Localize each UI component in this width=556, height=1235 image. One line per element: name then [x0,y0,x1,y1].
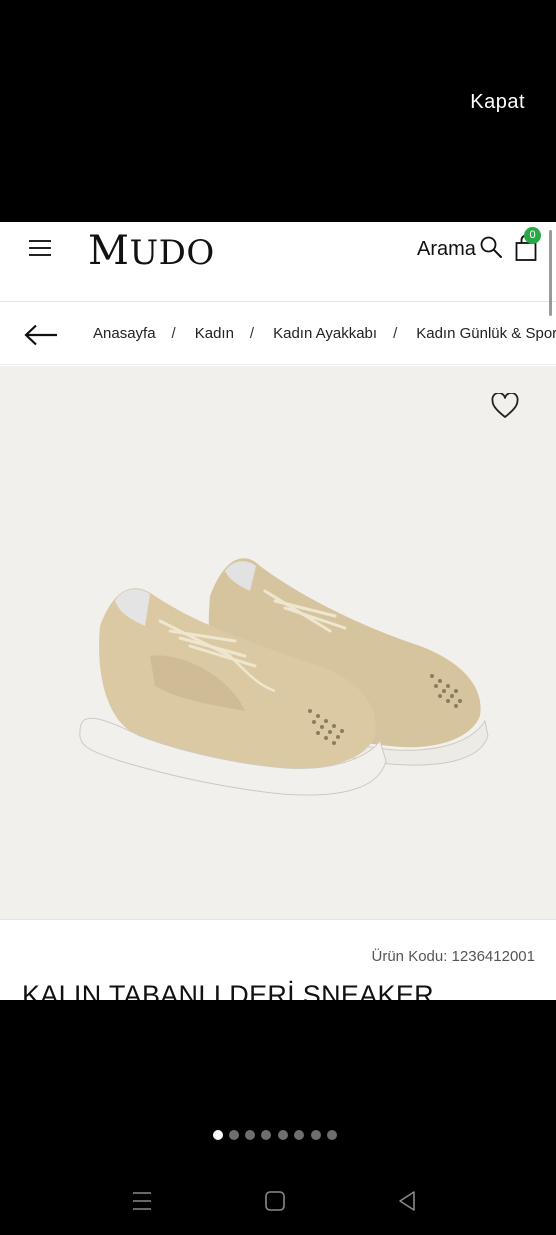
logo-rest: UDO [129,233,215,273]
site-header: MUDO Arama 0 [0,222,556,316]
image-viewer-bottom-bar [0,1000,556,1235]
breadcrumb-item-anasayfa[interactable]: Anasayfa [93,325,156,342]
hamburger-menu-icon[interactable] [29,240,51,258]
brand-logo[interactable]: MUDO [88,228,215,274]
pagination-dot-active[interactable] [213,1130,223,1140]
image-viewer-top-bar: Kapat [0,0,556,222]
breadcrumb-separator: / [171,325,176,342]
back-nav-icon[interactable] [395,1190,419,1212]
pagination-dot[interactable] [294,1130,304,1140]
pagination-dot[interactable] [327,1130,337,1140]
breadcrumb-separator: / [393,325,398,342]
pagination-dot[interactable] [229,1130,239,1140]
cart-count-badge: 0 [524,227,541,244]
back-arrow-icon[interactable] [24,324,58,346]
search-label[interactable]: Arama [417,238,476,261]
breadcrumb-item-gunluk-spor[interactable]: Kadın Günlük & Spor [416,325,556,342]
breadcrumb: Anasayfa / Kadın / Kadın Ayakkabı / Kadın Günl… [0,303,556,365]
breadcrumb-separator: / [249,325,255,342]
product-sku: Ürün Kodu: 1236412001 [371,948,535,965]
product-image-gallery[interactable] [0,366,556,920]
breadcrumb-item-kadin-ayakkabi[interactable]: Kadın Ayakkabı [273,325,377,342]
product-image-sneakers [79,558,489,796]
recent-apps-icon[interactable] [130,1190,154,1212]
pagination-dot[interactable] [278,1130,288,1140]
breadcrumb-item-kadin[interactable]: Kadın [195,325,234,342]
pagination-dot[interactable] [245,1130,255,1140]
breadcrumb-list: Anasayfa / Kadın / Kadın Ayakkabı / Kadın Günl… [93,325,556,342]
product-page: MUDO Arama 0 Anasayfa / Kadın / Kadın Ayakka… [0,222,556,1000]
close-button[interactable]: Kapat [470,91,525,114]
home-icon[interactable] [263,1190,287,1212]
logo-initial: M [88,228,130,274]
heart-outline-icon[interactable] [491,393,519,419]
product-title: KALIN TABANLI DERİ SNEAKER [22,980,434,1000]
pagination-dot[interactable] [261,1130,271,1140]
pagination-dot[interactable] [311,1130,321,1140]
search-icon[interactable] [479,235,503,259]
